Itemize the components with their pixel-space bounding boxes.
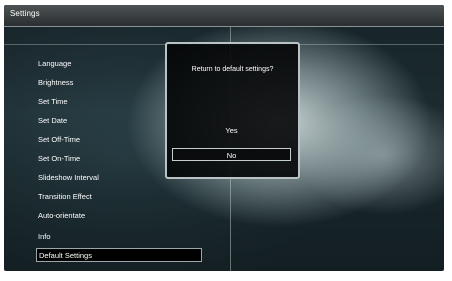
menu-item-set-time[interactable]: Set Time: [38, 95, 68, 109]
yes-option[interactable]: Yes: [172, 124, 291, 137]
dialog-message: Return to default settings?: [191, 66, 274, 73]
confirm-dialog: Return to default settings? Yes No: [165, 42, 300, 179]
menu-item-set-date[interactable]: Set Date: [38, 114, 67, 128]
menu-item-auto-orientate[interactable]: Auto-orientate: [38, 209, 85, 223]
device-screen: Settings Language Brightness Set Time Se…: [4, 5, 444, 271]
menu-item-set-on-time[interactable]: Set On-Time: [38, 152, 80, 166]
menu-item-info[interactable]: Info: [38, 230, 51, 244]
menu-item-set-off-time[interactable]: Set Off-Time: [38, 133, 80, 147]
menu-item-language[interactable]: Language: [38, 57, 71, 71]
no-option[interactable]: No: [172, 148, 291, 161]
menu-item-brightness[interactable]: Brightness: [38, 76, 73, 90]
title-bar: Settings: [4, 5, 444, 27]
menu-item-transition-effect[interactable]: Transition Effect: [38, 190, 92, 204]
menu-item-default-settings[interactable]: Default Settings: [36, 248, 202, 262]
menu-item-slideshow-interval[interactable]: Slideshow Interval: [38, 171, 99, 185]
screen-title: Settings: [10, 9, 40, 18]
